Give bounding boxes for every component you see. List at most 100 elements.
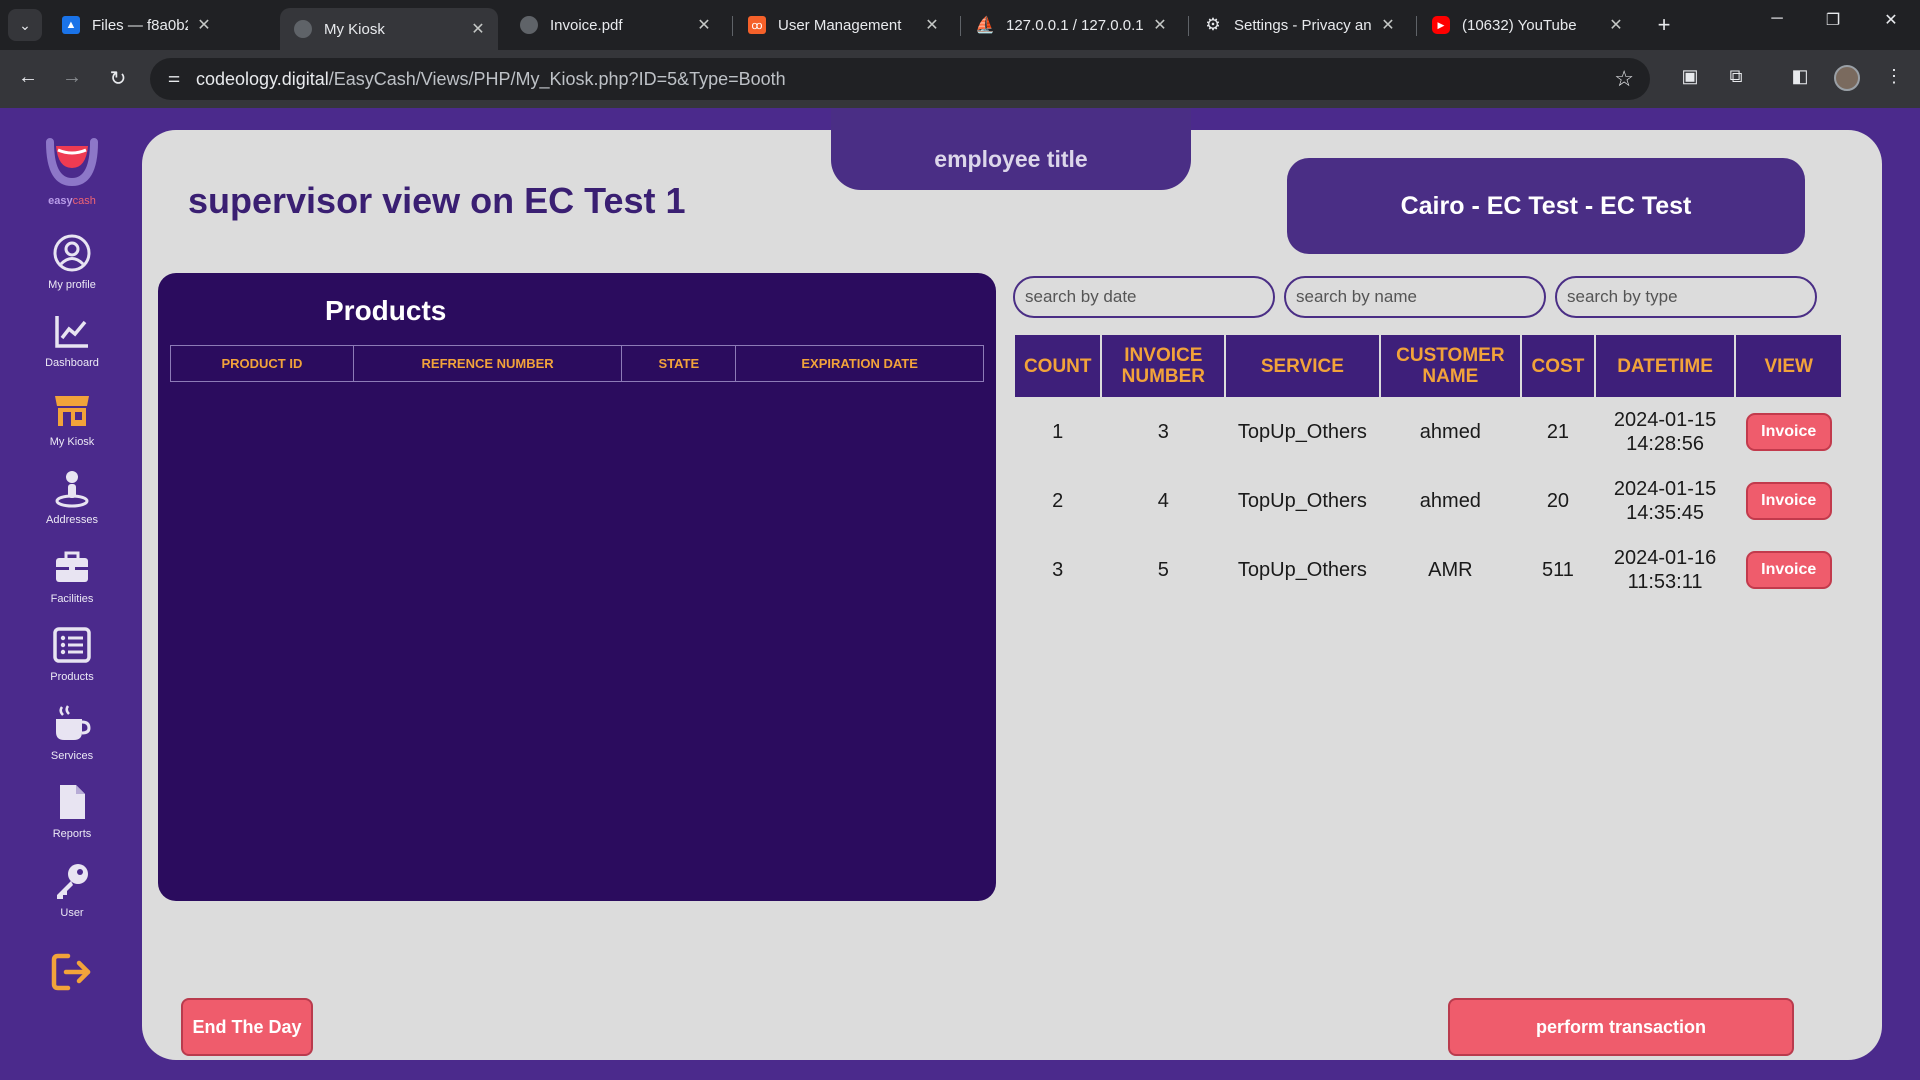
sidebar-item-addresses[interactable]: Addresses: [30, 468, 114, 526]
datetime-time: 11:53:11: [1627, 570, 1703, 593]
forward-arrow-icon[interactable]: →: [58, 66, 86, 89]
profile-avatar[interactable]: [1834, 65, 1860, 91]
tab-separator: [1416, 16, 1417, 36]
products-header-row: PRODUCT ID REFRENCE NUMBER STATE EXPIRAT…: [170, 345, 984, 382]
tab-separator: [1188, 16, 1189, 36]
browser-tab-bar: ⌄ ▲ Files — f8a0b28 — C ✕ My Kiosk ✕ Inv…: [0, 0, 1920, 50]
column-header: COUNT: [1015, 335, 1101, 397]
tab-separator: [960, 16, 961, 36]
invoices-header-row: COUNT INVOICE NUMBER SERVICE CUSTOMER NA…: [1015, 335, 1841, 397]
perform-transaction-button[interactable]: perform transaction: [1448, 998, 1794, 1056]
cell-customer: ahmed: [1419, 420, 1481, 443]
close-window-icon[interactable]: ✕: [1876, 10, 1906, 30]
tab-my-kiosk[interactable]: My Kiosk ✕: [280, 8, 498, 50]
cell-count: 1: [1052, 420, 1064, 443]
sidebar-item-products[interactable]: Products: [30, 625, 114, 683]
close-icon[interactable]: ✕: [924, 15, 940, 35]
reload-icon[interactable]: ↻: [104, 66, 132, 91]
datetime-date: 2024-01-15: [1613, 477, 1717, 500]
sidebar-item-label: Products: [50, 671, 94, 683]
products-title: Products: [325, 295, 447, 326]
tab-user-management[interactable]: ꝏ User Management ✕: [734, 8, 952, 42]
app-root: easycash My profile Dashboard My Kiosk A…: [0, 108, 1920, 1080]
new-tab-button[interactable]: +: [1652, 12, 1676, 38]
column-header: EXPIRATION DATE: [735, 345, 984, 382]
cell-count: 2: [1052, 489, 1064, 512]
sidebar-item-label: Facilities: [50, 593, 94, 605]
briefcase-icon: [56, 551, 88, 582]
datetime-time: 14:35:45: [1626, 501, 1704, 524]
close-icon[interactable]: ✕: [1152, 15, 1168, 35]
view-invoice-button[interactable]: Invoice: [1745, 412, 1832, 451]
url-text[interactable]: codeology.digital/EasyCash/Views/PHP/My_…: [196, 69, 786, 90]
browser-toolbar: ← → ↻ ⚌ codeology.digital/EasyCash/Views…: [0, 50, 1920, 108]
tab-youtube[interactable]: ▶ (10632) YouTube ✕: [1418, 8, 1636, 42]
search-by-type-input[interactable]: search by type: [1555, 276, 1817, 318]
view-invoice-button[interactable]: Invoice: [1745, 481, 1832, 520]
cell-customer: AMR: [1428, 558, 1473, 581]
cell-service: TopUp_Others: [1237, 558, 1367, 581]
sidebar-item-label: My profile: [48, 279, 96, 291]
tab-files[interactable]: ▲ Files — f8a0b28 — C ✕: [48, 8, 224, 42]
tab-title: 127.0.0.1 / 127.0.0.1 /: [1006, 16, 1144, 34]
gear-icon: ⚙: [1205, 15, 1221, 34]
employee-title-tab: employee title: [831, 108, 1191, 190]
url-path: /EasyCash/Views/PHP/My_Kiosk.php?ID=5&Ty…: [328, 69, 786, 89]
close-icon[interactable]: ✕: [196, 15, 212, 35]
logout-icon[interactable]: [50, 950, 94, 994]
sidebar-item-user[interactable]: User: [30, 861, 114, 919]
tab-title: (10632) YouTube: [1462, 16, 1577, 34]
cell-view: Invoice: [1736, 466, 1841, 535]
cell-invoice-number: 5: [1157, 558, 1169, 581]
youtube-icon: ▶: [1432, 16, 1450, 34]
cell-cost: 20: [1546, 489, 1570, 512]
sidebar-item-label: Dashboard: [45, 357, 99, 369]
address-bar[interactable]: ⚌ codeology.digital/EasyCash/Views/PHP/M…: [150, 58, 1650, 100]
sidebar-item-reports[interactable]: Reports: [30, 782, 114, 840]
globe-icon: [520, 16, 538, 34]
view-invoice-button[interactable]: Invoice: [1745, 550, 1832, 589]
close-icon[interactable]: ✕: [1608, 15, 1624, 35]
tab-phpmyadmin[interactable]: ⛵ 127.0.0.1 / 127.0.0.1 / ✕: [962, 8, 1180, 42]
back-arrow-icon[interactable]: ←: [14, 66, 42, 89]
column-header: CUSTOMER NAME: [1380, 335, 1521, 397]
cell-count: 3: [1052, 558, 1064, 581]
search-by-name-input[interactable]: search by name: [1284, 276, 1546, 318]
cell-invoice-number: 4: [1157, 489, 1169, 512]
employee-title: employee title: [934, 146, 1088, 172]
sidebar-item-facilities[interactable]: Facilities: [30, 547, 114, 605]
sidebar-item-label: Services: [50, 750, 94, 762]
sidebar-item-services[interactable]: Services: [30, 704, 114, 762]
close-icon[interactable]: ✕: [1380, 15, 1396, 35]
tab-title: My Kiosk: [324, 20, 385, 38]
tab-settings[interactable]: ⚙ Settings - Privacy and ✕: [1190, 8, 1408, 42]
side-panel-icon[interactable]: ◧: [1786, 66, 1814, 87]
logo-text: easycash: [48, 195, 96, 207]
sidebar-item-my-kiosk[interactable]: My Kiosk: [30, 390, 114, 448]
screen-capture-icon[interactable]: ▣: [1676, 66, 1704, 87]
products-table: PRODUCT ID REFRENCE NUMBER STATE EXPIRAT…: [170, 345, 984, 382]
sidebar-item-dashboard[interactable]: Dashboard: [30, 311, 114, 369]
site-info-icon[interactable]: ⚌: [164, 69, 184, 89]
close-icon[interactable]: ✕: [470, 19, 486, 39]
more-menu-icon[interactable]: ⋮: [1880, 66, 1908, 87]
end-the-day-button[interactable]: End The Day: [181, 998, 313, 1056]
search-by-date-input[interactable]: search by date: [1013, 276, 1275, 318]
restore-icon[interactable]: ❐: [1818, 10, 1848, 30]
tab-invoice-pdf[interactable]: Invoice.pdf ✕: [506, 8, 724, 42]
cell-cost: 21: [1546, 420, 1570, 443]
extensions-puzzle-icon[interactable]: ⧉: [1722, 66, 1750, 87]
cell-customer: ahmed: [1419, 489, 1481, 512]
easycash-logo[interactable]: easycash: [42, 134, 102, 207]
close-icon[interactable]: ✕: [696, 15, 712, 35]
search-placeholder: search by name: [1296, 287, 1417, 306]
cell-datetime: 2024-01-15 14:28:56: [1596, 397, 1735, 466]
tab-search-button[interactable]: ⌄: [8, 9, 42, 41]
column-header: PRODUCT ID: [170, 345, 354, 382]
bookmark-star-icon[interactable]: ☆: [1614, 66, 1634, 92]
cell-datetime: 2024-01-16 11:53:11: [1596, 535, 1735, 604]
cell-service: TopUp_Others: [1237, 420, 1367, 443]
tab-title: User Management: [778, 16, 902, 34]
sidebar-item-my-profile[interactable]: My profile: [30, 233, 114, 291]
minimize-icon[interactable]: ─: [1762, 10, 1792, 28]
